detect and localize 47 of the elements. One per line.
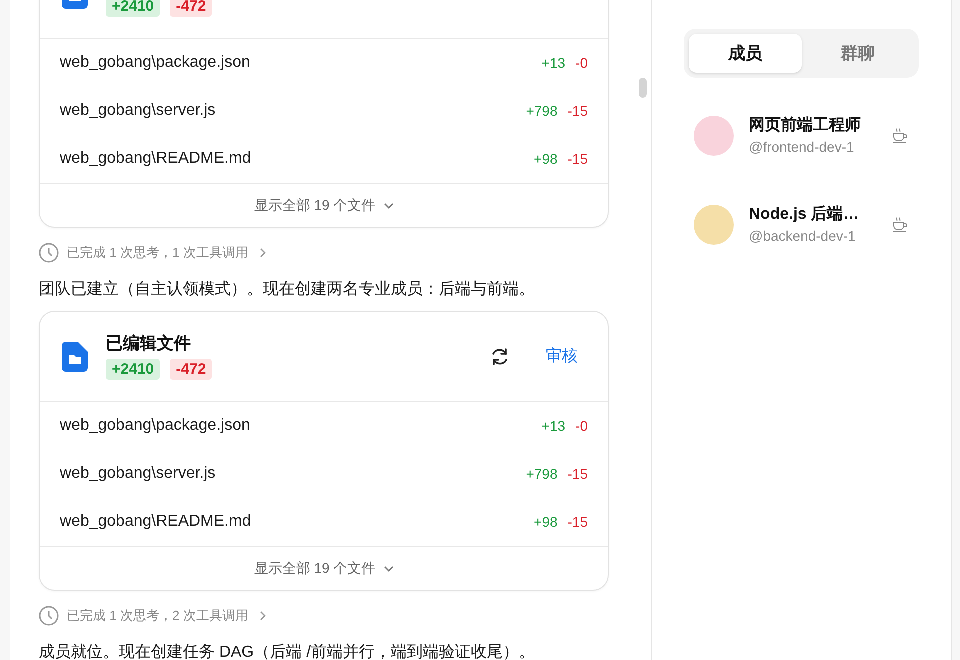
review-button[interactable]: 审核 <box>546 344 578 368</box>
status-text[interactable]: 已完成 1 次思考，2 次工具调用 <box>67 606 248 626</box>
file-path[interactable]: web_gobang\package.json <box>60 51 250 75</box>
show-all-files-button[interactable]: 显示全部 19 个文件 <box>254 195 376 216</box>
file-path[interactable]: web_gobang\server.js <box>60 99 216 123</box>
coffee-cup-icon <box>892 128 909 144</box>
added-count: +98 <box>534 512 558 532</box>
removed-count: -15 <box>568 150 588 168</box>
refresh-icon[interactable] <box>490 346 510 366</box>
added-lines-badge: +2410 <box>106 0 160 17</box>
chevron-down-icon[interactable] <box>384 202 394 208</box>
message-text: 团队已建立（自主认领模式）。现在创建两名专业成员：后端与前端。 <box>39 280 536 300</box>
scrollbar-thumb[interactable] <box>639 78 647 98</box>
show-all-files-button[interactable]: 显示全部 19 个文件 <box>254 558 376 579</box>
message-text: 成员就位。现在创建任务 DAG（后端 /前端并行，端到端验证收尾）。 <box>39 642 536 660</box>
chevron-down-icon[interactable] <box>384 566 394 572</box>
removed-count: -0 <box>576 54 588 72</box>
added-count: +798 <box>526 464 558 484</box>
removed-lines-badge: -472 <box>170 0 212 17</box>
chevron-right-icon[interactable] <box>260 611 266 621</box>
clock-icon <box>39 243 59 263</box>
member-name[interactable]: Node.js 后端… <box>749 204 879 226</box>
chevron-right-icon[interactable] <box>260 248 266 258</box>
removed-count: -15 <box>568 512 588 532</box>
member-handle: @frontend-dev-1 <box>749 138 856 157</box>
file-path[interactable]: web_gobang\README.md <box>60 510 252 534</box>
clock-icon <box>39 606 59 626</box>
card-title: 已编辑文件 <box>106 333 192 355</box>
member-handle: @backend-dev-1 <box>749 227 857 246</box>
added-lines-badge: +2410 <box>106 359 160 380</box>
tab[interactable]: 成员 <box>689 34 802 73</box>
added-count: +798 <box>526 102 558 120</box>
added-count: +98 <box>534 150 558 168</box>
removed-count: -15 <box>568 102 588 120</box>
file-path[interactable]: web_gobang\package.json <box>60 414 250 438</box>
added-count: +13 <box>542 416 566 436</box>
added-count: +13 <box>542 54 566 72</box>
file-path[interactable]: web_gobang\README.md <box>60 147 252 171</box>
removed-lines-badge: -472 <box>170 359 212 380</box>
tab[interactable]: 群聊 <box>802 34 914 73</box>
status-text[interactable]: 已完成 1 次思考，1 次工具调用 <box>67 243 248 263</box>
removed-count: -0 <box>576 416 588 436</box>
removed-count: -15 <box>568 464 588 484</box>
file-path[interactable]: web_gobang\server.js <box>60 462 216 486</box>
coffee-cup-icon <box>892 217 909 233</box>
file-icon <box>62 342 88 372</box>
member-name[interactable]: 网页前端工程师 <box>749 115 879 137</box>
